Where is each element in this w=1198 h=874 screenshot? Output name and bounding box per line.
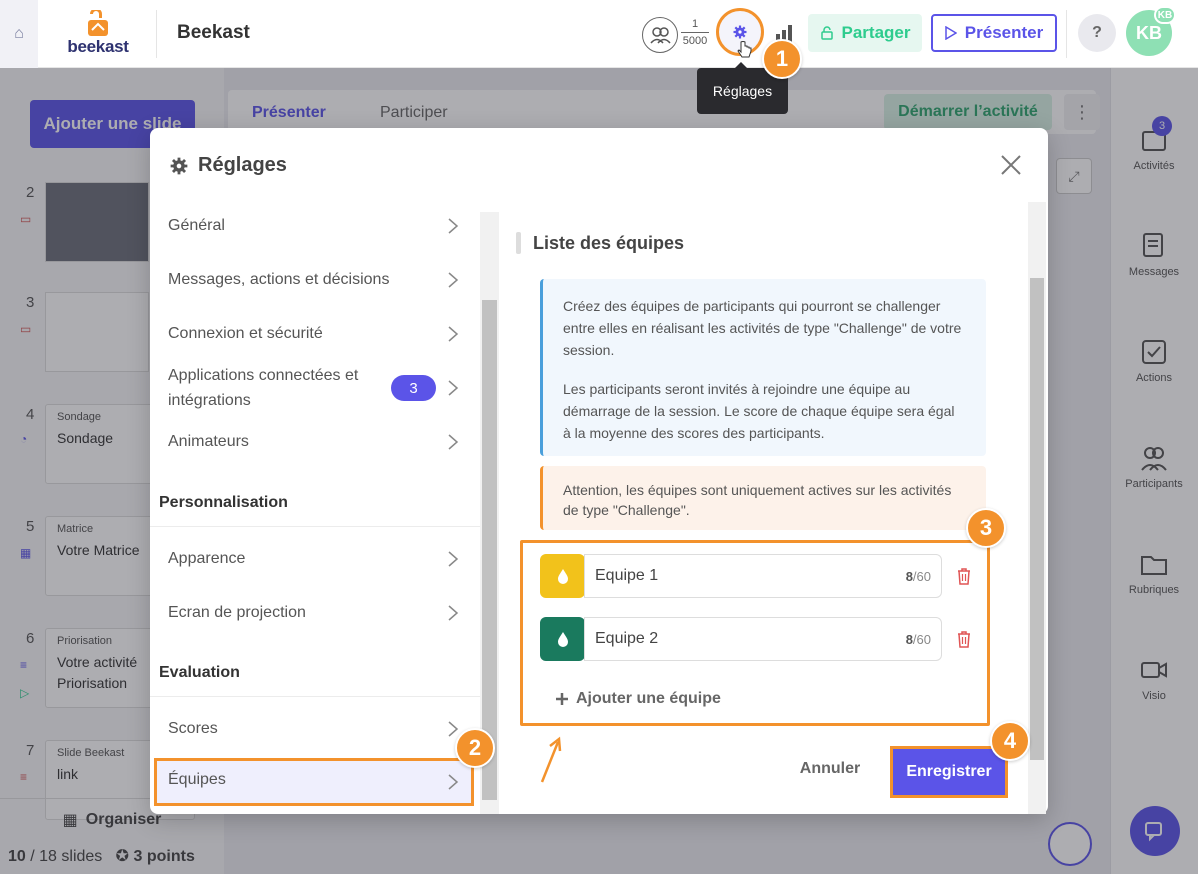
header-divider [156, 10, 157, 58]
step-marker-1: 1 [762, 39, 802, 79]
share-button[interactable]: Partager [808, 14, 922, 52]
chevron-right-icon [448, 380, 459, 396]
char-count: 8 [905, 631, 913, 647]
menu-divider [150, 696, 480, 697]
chevron-right-icon [448, 272, 459, 288]
arrow-annotation-icon [540, 736, 562, 783]
char-max: /60 [912, 631, 931, 647]
lock-icon [820, 26, 833, 40]
menu-item-label: Connexion et sécurité [168, 325, 323, 342]
bee-logo-icon [88, 8, 108, 36]
logo-text: beekast [67, 37, 129, 56]
step-marker-2: 2 [455, 728, 495, 768]
close-icon[interactable] [998, 152, 1024, 178]
menu-divider [150, 526, 480, 527]
top-header: ⌂ beekast Beekast 1 5000 Partager Présen… [0, 0, 1198, 68]
counter-max: 5000 [682, 35, 708, 47]
team-name-input[interactable]: Equipe 1 8/60 [584, 554, 942, 598]
chevron-right-icon [448, 218, 459, 234]
home-icon[interactable]: ⌂ [0, 0, 38, 68]
section-evaluation: Evaluation [159, 664, 240, 681]
char-max: /60 [912, 568, 931, 584]
team-color-picker[interactable] [540, 617, 585, 661]
play-icon [945, 26, 957, 40]
menu-item-equipes[interactable]: Équipes [154, 758, 474, 806]
add-team-button[interactable]: Ajouter une équipe [556, 690, 721, 708]
apps-count-badge: 3 [391, 375, 436, 401]
section-personnalisation: Personnalisation [159, 494, 288, 511]
chevron-right-icon [448, 326, 459, 342]
help-button[interactable]: ? [1078, 14, 1116, 52]
present-label: Présenter [964, 23, 1044, 42]
char-count: 8 [905, 568, 913, 584]
content-scrollbar-thumb[interactable] [1030, 278, 1044, 760]
modal-title-text: Réglages [198, 154, 287, 176]
trash-icon[interactable] [956, 567, 972, 585]
trash-icon[interactable] [956, 630, 972, 648]
menu-scrollbar-thumb[interactable] [482, 300, 497, 800]
team-name-input[interactable]: Equipe 2 8/60 [584, 617, 942, 661]
char-counter: 8/60 [906, 632, 931, 647]
step-marker-4: 4 [990, 721, 1030, 761]
team-color-picker[interactable] [540, 554, 585, 598]
plus-icon [556, 693, 568, 705]
beekast-logo[interactable]: beekast [62, 8, 134, 56]
gear-icon [733, 25, 747, 39]
participants-counter: 1 5000 [681, 17, 709, 48]
menu-item-label: Messages, actions et décisions [168, 271, 390, 288]
warning-callout: Attention, les équipes sont uniquement a… [540, 466, 986, 530]
chevron-right-icon [448, 551, 459, 567]
present-button[interactable]: Présenter [931, 14, 1057, 52]
teams-section-header: Liste des équipes [516, 232, 684, 254]
menu-item-label: Animateurs [168, 433, 249, 450]
avatar-badge: KB [1154, 6, 1176, 24]
info-paragraph-2: Les participants seront invités à rejoin… [563, 381, 955, 441]
menu-item-label: Ecran de projection [168, 604, 306, 621]
step-marker-3: 3 [966, 508, 1006, 548]
menu-item-label: Équipes [168, 771, 226, 788]
menu-item-label: Applications connectées et intégrations [168, 367, 359, 409]
header-divider-2 [1066, 10, 1067, 58]
drop-icon [557, 569, 568, 584]
char-counter: 8/60 [906, 569, 931, 584]
info-paragraph-1: Créez des équipes de participants qui po… [563, 298, 962, 358]
team-name: Equipe 1 [595, 567, 659, 584]
gear-icon [170, 157, 188, 174]
section-title: Liste des équipes [533, 232, 685, 253]
save-button[interactable]: Enregistrer [890, 746, 1008, 798]
team-name: Equipe 2 [595, 630, 659, 647]
chevron-right-icon [448, 774, 459, 790]
info-callout: Créez des équipes de participants qui po… [540, 279, 986, 456]
chevron-right-icon [448, 434, 459, 450]
modal-title: Réglages [170, 154, 287, 177]
add-team-label: Ajouter une équipe [576, 690, 721, 707]
hand-cursor-icon [737, 41, 752, 58]
section-marker [516, 232, 521, 254]
menu-item-label: Scores [168, 720, 218, 737]
counter-current: 1 [691, 18, 699, 30]
share-label: Partager [841, 23, 911, 42]
menu-item-label: Apparence [168, 550, 246, 567]
chevron-right-icon [448, 605, 459, 621]
session-title[interactable]: Beekast [177, 22, 250, 44]
participants-counter-icon[interactable] [642, 17, 678, 53]
drop-icon [557, 632, 568, 647]
cancel-button[interactable]: Annuler [796, 760, 864, 784]
settings-modal: Réglages Général Messages, actions et dé… [150, 128, 1048, 814]
menu-item-label: Général [168, 217, 225, 234]
